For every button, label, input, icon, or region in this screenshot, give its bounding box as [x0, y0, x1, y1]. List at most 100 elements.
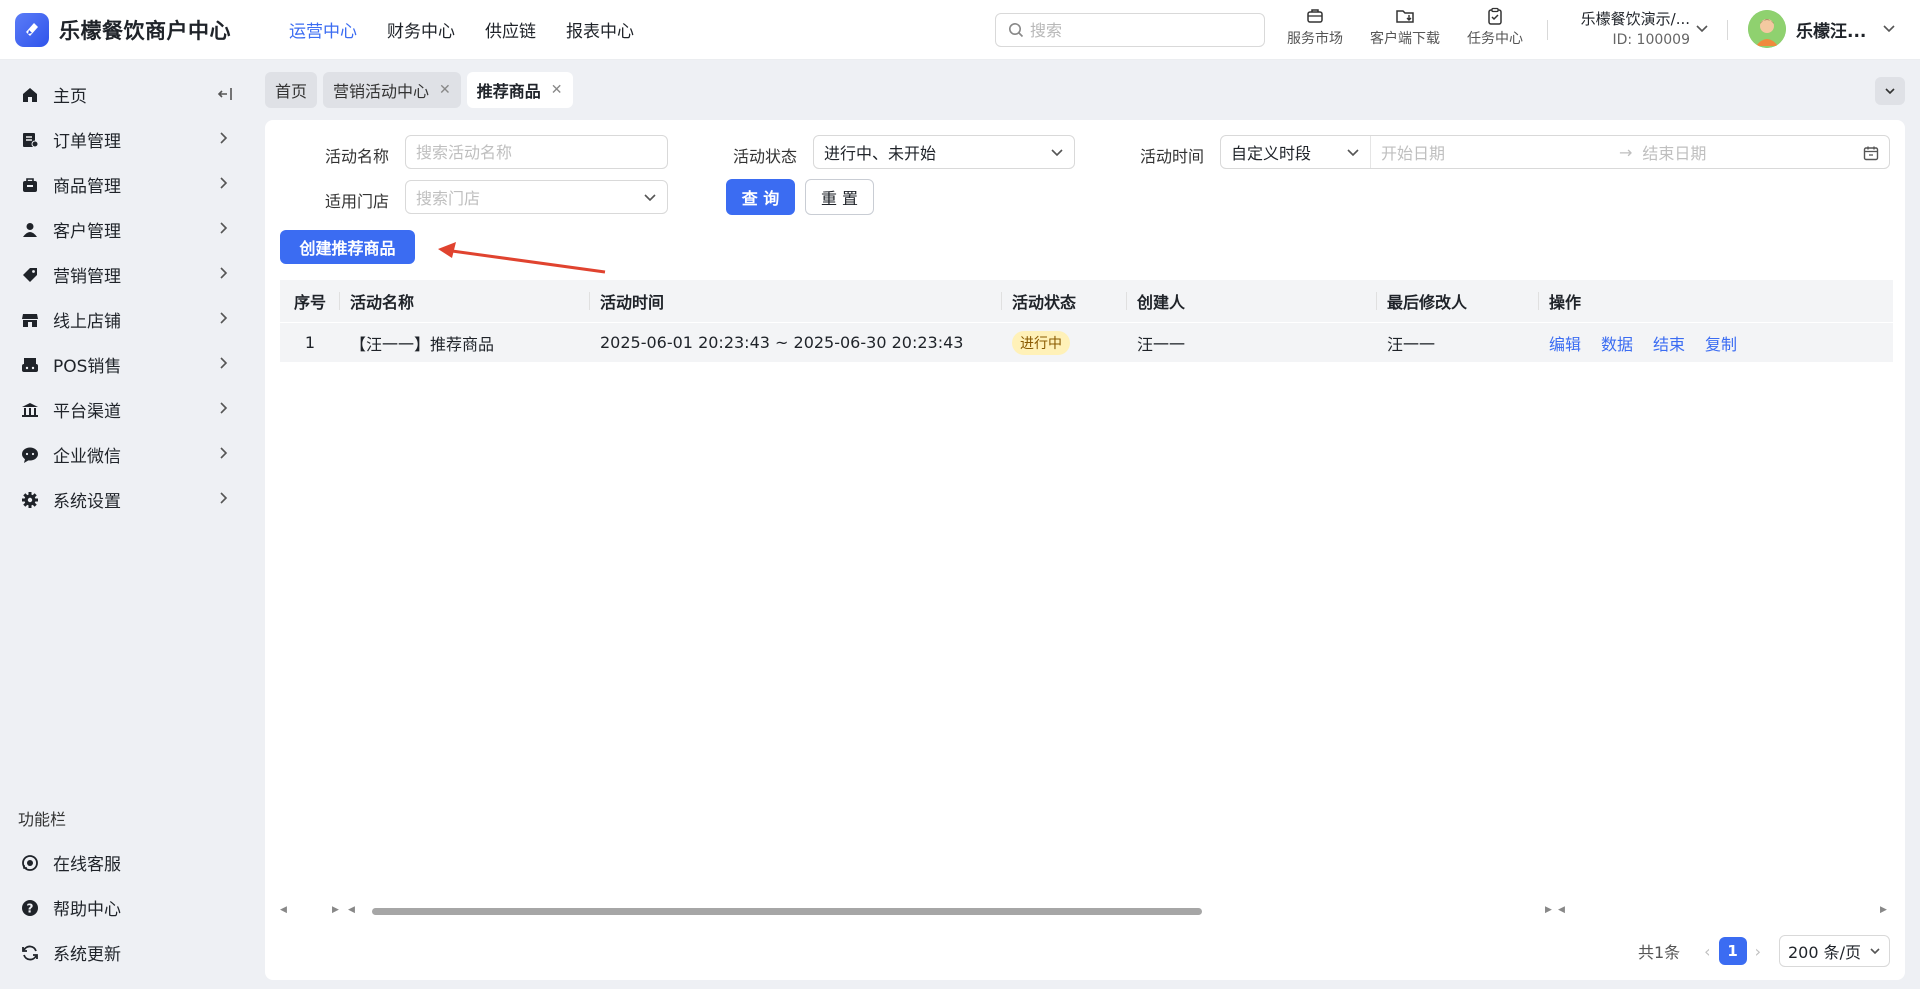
sidebar-item-label: 线上店铺 [53, 312, 121, 332]
topnav-item-operations[interactable]: 运营中心 [289, 17, 357, 42]
horizontal-scrollbar[interactable]: ◀ ▶ ◀ ▶ ◀ ▶ [280, 905, 1893, 917]
close-icon[interactable]: ✕ [551, 82, 563, 98]
query-button[interactable]: 查 询 [726, 179, 795, 215]
sidebar-item-online-support[interactable]: 在线客服 [0, 840, 250, 885]
column-header-status: 活动状态 [1002, 280, 1127, 322]
activity-status-select[interactable]: 进行中、未开始 [813, 135, 1075, 169]
end-link[interactable]: 结束 [1653, 331, 1685, 355]
client-download-button[interactable]: 客户端下载 [1360, 6, 1450, 48]
tab-home[interactable]: 首页 [265, 72, 318, 108]
sidebar-item-marketing[interactable]: 营销管理 [0, 252, 250, 297]
column-header-modifier: 最后修改人 [1377, 280, 1539, 322]
search-input[interactable] [1030, 20, 1250, 40]
activity-time-range: 自定义时段 开始日期 → 结束日期 [1220, 135, 1890, 169]
top-nav: 运营中心 财务中心 供应链 报表中心 [289, 17, 664, 42]
chevron-down-icon [1885, 88, 1895, 95]
avatar [1748, 10, 1786, 48]
order-icon [20, 130, 40, 150]
store-switcher[interactable]: 乐檬餐饮演示/... ID: 100009 [1565, 8, 1690, 48]
app-title: 乐檬餐饮商户中心 [59, 18, 231, 43]
help-icon: ? [20, 898, 40, 918]
goods-icon [20, 175, 40, 195]
activity-name-input[interactable] [416, 142, 657, 162]
store-label: 适用门店 [325, 192, 390, 211]
sidebar-item-label: 商品管理 [53, 177, 121, 197]
briefcase-icon [1307, 9, 1323, 23]
sidebar-item-online-shop[interactable]: 线上店铺 [0, 297, 250, 342]
sidebar-item-wecom[interactable]: 企业微信 [0, 432, 250, 477]
tab-label: 首页 [275, 82, 308, 101]
customer-icon [20, 220, 40, 240]
tab-marketing-center[interactable]: 营销活动中心 ✕ [323, 72, 461, 108]
activity-name-field[interactable] [405, 135, 668, 169]
end-date-input[interactable]: 结束日期 [1642, 140, 1706, 164]
scroll-right-arrow-icon[interactable]: ▶ [1545, 905, 1552, 915]
sidebar-item-home[interactable]: 主页 [0, 72, 250, 117]
collapse-sidebar-icon[interactable] [216, 85, 234, 103]
topnav-item-finance[interactable]: 财务中心 [387, 17, 455, 42]
reset-button[interactable]: 重 置 [805, 179, 874, 215]
task-center-button[interactable]: 任务中心 [1450, 6, 1540, 48]
store-name: 乐檬餐饮演示/... [1580, 10, 1690, 28]
column-header-actions: 操作 [1549, 293, 1582, 312]
topnav-item-reports[interactable]: 报表中心 [566, 17, 634, 42]
scroll-right-arrow-icon[interactable]: ▶ [1880, 905, 1887, 915]
chevron-right-icon [220, 312, 228, 324]
data-link[interactable]: 数据 [1601, 331, 1633, 355]
divider [1727, 20, 1728, 40]
chevron-down-icon[interactable] [1695, 22, 1709, 36]
calendar-icon[interactable] [1863, 145, 1879, 161]
tab-recommended-products[interactable]: 推荐商品 ✕ [466, 72, 573, 108]
table-header: 序号 活动名称 活动时间 活动状态 创建人 最后修改人 操作 [280, 280, 1893, 322]
scroll-right-arrow-icon[interactable]: ▶ [332, 905, 339, 915]
sidebar-item-customers[interactable]: 客户管理 [0, 207, 250, 252]
close-icon[interactable]: ✕ [439, 82, 451, 98]
total-count: 共1条 [1637, 943, 1681, 962]
row-actions: 编辑 数据 结束 复制 [1539, 323, 1893, 362]
page-size-value: 200 条/页 [1787, 943, 1861, 962]
sidebar-item-label: 平台渠道 [53, 402, 121, 422]
create-recommendation-button[interactable]: 创建推荐商品 [280, 230, 415, 264]
app-logo[interactable]: 乐檬餐饮商户中心 [15, 12, 265, 47]
sidebar-item-goods[interactable]: 商品管理 [0, 162, 250, 207]
scroll-left-arrow-icon[interactable]: ◀ [1558, 905, 1565, 915]
page-size-select[interactable]: 200 条/页 [1778, 935, 1890, 967]
scrollbar-thumb[interactable] [372, 908, 1202, 915]
row-creator: 汪一一 [1137, 334, 1186, 354]
store-select[interactable]: 搜索门店 [405, 180, 668, 214]
sidebar-item-system-update[interactable]: 系统更新 [0, 930, 250, 975]
tabs-menu-button[interactable] [1875, 77, 1905, 105]
service-market-button[interactable]: 服务市场 [1270, 6, 1360, 48]
chevron-down-icon [1883, 25, 1895, 33]
row-index: 1 [304, 333, 316, 352]
next-page-icon[interactable]: › [1755, 942, 1761, 961]
topnav-item-supply-chain[interactable]: 供应链 [485, 17, 536, 42]
shop-icon [20, 310, 40, 330]
user-menu[interactable]: 乐檬汪... [1748, 10, 1896, 48]
edit-link[interactable]: 编辑 [1549, 331, 1581, 355]
activity-name-label: 活动名称 [325, 147, 390, 166]
global-search[interactable] [995, 13, 1265, 47]
activity-status-value: 进行中、未开始 [824, 144, 937, 163]
chevron-right-icon [220, 267, 228, 279]
sidebar-item-channels[interactable]: 平台渠道 [0, 387, 250, 432]
tab-label: 推荐商品 [476, 82, 541, 101]
client-download-label: 客户端下载 [1370, 31, 1440, 47]
sidebar-item-help-center[interactable]: ? 帮助中心 [0, 885, 250, 930]
sidebar-item-label: 在线客服 [53, 855, 121, 875]
chevron-right-icon [220, 447, 228, 459]
sidebar-item-label: 系统更新 [53, 945, 121, 965]
time-mode-select[interactable]: 自定义时段 [1221, 136, 1371, 168]
pos-icon [20, 355, 40, 375]
clipboard-check-icon [1488, 7, 1502, 25]
start-date-input[interactable]: 开始日期 [1381, 140, 1611, 164]
activity-status-label: 活动状态 [733, 147, 798, 166]
copy-link[interactable]: 复制 [1705, 331, 1737, 355]
scroll-left-arrow-icon[interactable]: ◀ [348, 905, 355, 915]
page-number-button[interactable]: 1 [1718, 937, 1747, 965]
sidebar-item-settings[interactable]: 系统设置 [0, 477, 250, 522]
scroll-left-arrow-icon[interactable]: ◀ [280, 905, 287, 915]
sidebar-item-orders[interactable]: 订单管理 [0, 117, 250, 162]
prev-page-icon[interactable]: ‹ [1704, 942, 1710, 961]
sidebar-item-pos[interactable]: POS销售 [0, 342, 250, 387]
